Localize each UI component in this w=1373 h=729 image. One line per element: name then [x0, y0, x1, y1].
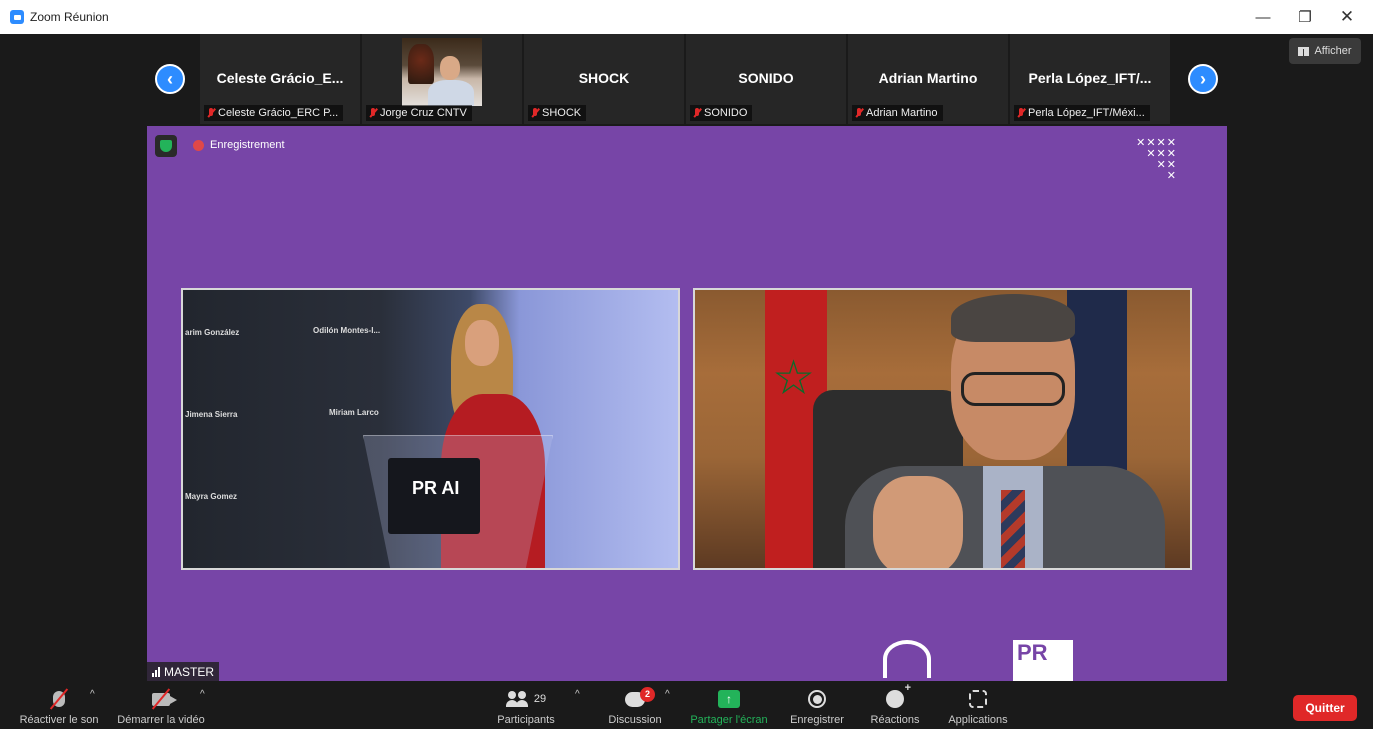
chat-icon: 2	[625, 686, 655, 707]
participant-name-tag: Adrian Martino	[852, 105, 943, 121]
participant-tile[interactable]: Celeste Grácio_E... Celeste Grácio_ERC P…	[200, 34, 360, 124]
participant-tile[interactable]: SONIDO SONIDO	[686, 34, 846, 124]
signal-strength-icon	[152, 666, 160, 677]
video-options-caret[interactable]: ^	[200, 689, 205, 700]
leave-meeting-button[interactable]: Quitter	[1293, 695, 1357, 721]
mic-muted-icon	[369, 107, 377, 119]
restore-button[interactable]: ❐	[1285, 0, 1325, 34]
participant-name: SHOCK	[542, 107, 582, 119]
participant-big-name: Celeste Grácio_E...	[216, 70, 344, 86]
previous-page-button[interactable]: ‹	[155, 64, 185, 94]
grid-icon	[1298, 46, 1310, 56]
chat-button[interactable]: 2 Discussion	[600, 681, 670, 729]
participants-options-caret[interactable]: ^	[575, 689, 580, 700]
zoom-logo-icon	[10, 10, 24, 24]
master-label: MASTER	[164, 664, 215, 679]
participant-strip: Celeste Grácio_E... Celeste Grácio_ERC P…	[200, 34, 1174, 124]
chat-label: Discussion	[608, 714, 662, 726]
participants-button[interactable]: 29 Participants	[488, 681, 564, 729]
participant-name-tag: Perla López_IFT/Méxi...	[1014, 105, 1150, 121]
share-screen-button[interactable]: ↑ Partager l'écran	[684, 681, 774, 729]
participants-icon	[505, 691, 530, 707]
applications-label: Applications	[948, 714, 1008, 726]
prai-logo-icon: PR	[1013, 640, 1073, 681]
audio-options-caret[interactable]: ^	[90, 689, 95, 700]
participant-tile[interactable]: Jorge Cruz CNTV	[362, 34, 522, 124]
wall-name: Mayra Gomez	[185, 492, 238, 501]
participant-count: 29	[533, 693, 547, 705]
minimize-button[interactable]: —	[1243, 0, 1283, 34]
wall-name: arim González	[185, 328, 240, 337]
reactions-button[interactable]: Réactions	[864, 681, 926, 729]
participant-name: Celeste Grácio_ERC P...	[218, 107, 339, 119]
mic-muted-icon	[855, 107, 863, 119]
prai-podium-logo: PR AI	[388, 458, 480, 534]
participant-video	[402, 38, 482, 106]
participant-name: SONIDO	[704, 107, 748, 119]
mic-muted-icon	[693, 107, 701, 119]
chat-options-caret[interactable]: ^	[665, 689, 670, 700]
share-screen-label: Partager l'écran	[690, 714, 768, 726]
window-title: Zoom Réunion	[30, 10, 109, 24]
participant-name-tag: SONIDO	[690, 105, 753, 121]
participant-name-tag: SHOCK	[528, 105, 587, 121]
view-afficher-button[interactable]: Afficher	[1289, 38, 1361, 64]
applications-icon	[969, 690, 987, 708]
close-button[interactable]: ✕	[1327, 0, 1367, 34]
speaker-video-right: ☆	[693, 288, 1192, 570]
wall-name: Jimena Sierra	[185, 410, 238, 419]
participant-tile[interactable]: SHOCK SHOCK	[524, 34, 684, 124]
mic-muted-icon	[1017, 107, 1025, 119]
recording-label: Enregistrement	[210, 139, 285, 151]
presenter-video-left: arim González Odilón Montes-I... Jimena …	[181, 288, 680, 570]
unmute-label: Réactiver le son	[19, 714, 99, 726]
participant-name: Jorge Cruz CNTV	[380, 107, 467, 119]
participant-tile[interactable]: Perla López_IFT/... Perla López_IFT/Méxi…	[1010, 34, 1170, 124]
start-video-label: Démarrer la vidéo	[117, 714, 205, 726]
title-bar: Zoom Réunion — ❐ ✕	[0, 0, 1373, 34]
master-label-tag: MASTER	[147, 662, 220, 681]
participant-name: Perla López_IFT/Méxi...	[1028, 107, 1145, 119]
mic-muted-icon	[207, 107, 215, 119]
wall-name: Odilón Montes-I...	[313, 326, 381, 335]
reactions-label: Réactions	[870, 714, 920, 726]
participant-big-name: SHOCK	[578, 70, 630, 86]
next-page-button[interactable]: ›	[1188, 64, 1218, 94]
applications-button[interactable]: Applications	[940, 681, 1016, 729]
recording-dot-icon	[193, 139, 204, 151]
participant-name: Adrian Martino	[866, 107, 938, 119]
participant-big-name: SONIDO	[738, 70, 794, 86]
x-pattern-logo-icon: ✕✕✕✕ ✕✕✕ ✕✕ ✕	[1136, 137, 1177, 182]
regulator-logo-icon	[883, 640, 931, 678]
participant-big-name: Adrian Martino	[878, 70, 978, 86]
security-shield-icon[interactable]	[155, 135, 177, 157]
participant-name-tag: Jorge Cruz CNTV	[366, 105, 472, 121]
main-stage: Enregistrement ✕✕✕✕ ✕✕✕ ✕✕ ✕ arim González …	[147, 126, 1227, 681]
meeting-toolbar: Réactiver le son ^ Démarrer la vidéo ^ 2…	[0, 681, 1373, 729]
reactions-icon	[886, 682, 911, 708]
share-screen-icon: ↑	[718, 690, 740, 708]
wall-name: Miriam Larco	[329, 408, 379, 417]
participants-label: Participants	[497, 714, 555, 726]
participant-big-name: Perla López_IFT/...	[1028, 70, 1152, 86]
start-video-button[interactable]: Démarrer la vidéo	[112, 681, 210, 729]
mic-muted-icon	[531, 107, 539, 119]
recording-indicator[interactable]: Enregistrement	[193, 139, 285, 151]
record-button[interactable]: Enregistrer	[784, 681, 850, 729]
chat-unread-badge: 2	[640, 686, 655, 702]
record-icon	[808, 690, 826, 708]
participant-tile[interactable]: Adrian Martino Adrian Martino	[848, 34, 1008, 124]
afficher-label: Afficher	[1314, 45, 1352, 57]
participant-name-tag: Celeste Grácio_ERC P...	[204, 105, 344, 121]
record-label: Enregistrer	[790, 714, 844, 726]
